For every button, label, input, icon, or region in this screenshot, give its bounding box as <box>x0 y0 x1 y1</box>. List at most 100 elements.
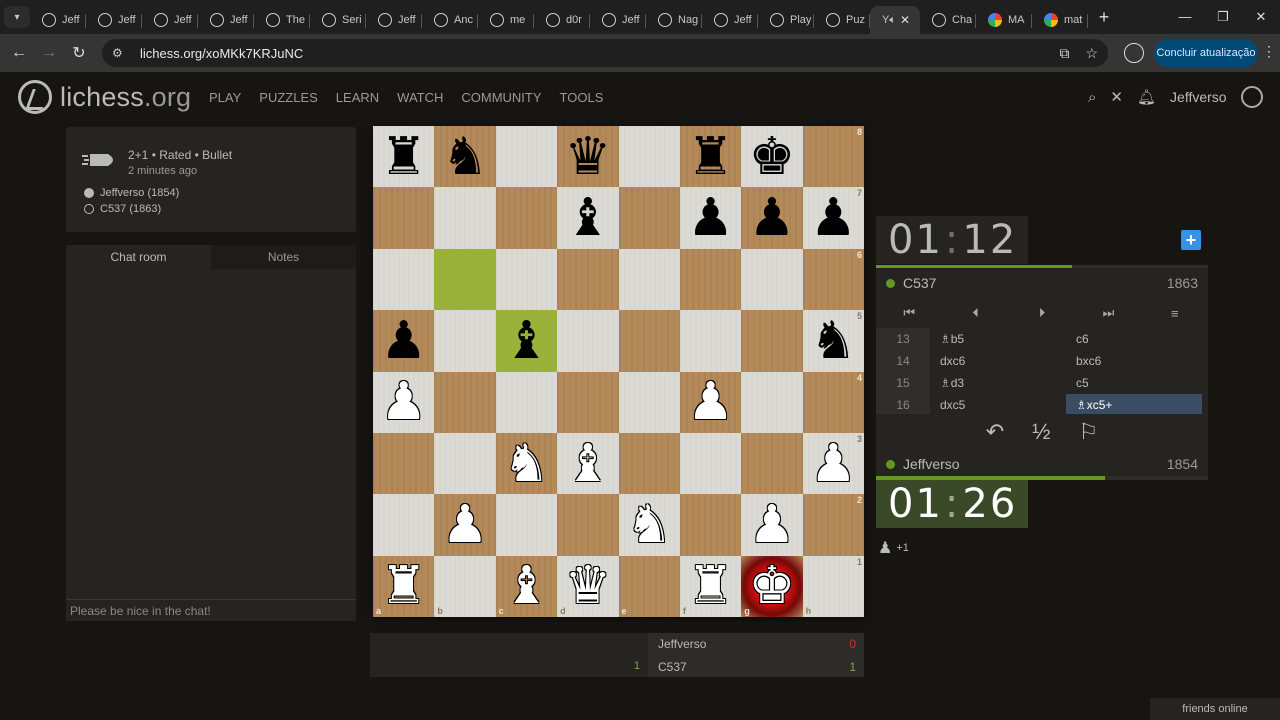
square-g1[interactable]: ♚ g <box>741 555 803 617</box>
black-king-icon[interactable]: ♚ <box>749 131 796 183</box>
square-b6[interactable] <box>434 248 496 311</box>
square-b8[interactable]: ♞ <box>434 126 496 188</box>
chat-input[interactable]: Please be nice in the chat! <box>66 599 356 621</box>
browser-tab[interactable]: mat <box>1032 6 1088 34</box>
square-d2[interactable] <box>557 494 619 556</box>
bookmark-star-icon[interactable]: ☆ <box>1085 45 1098 62</box>
square-f6[interactable] <box>679 248 742 311</box>
square-a6[interactable] <box>373 248 435 311</box>
square-e2[interactable]: ♞ <box>618 494 680 556</box>
square-b4[interactable] <box>434 371 496 433</box>
white-move[interactable]: ♗d3 <box>930 372 1066 394</box>
resign-flag-icon[interactable]: ⚐ <box>1079 419 1099 445</box>
close-window-icon[interactable]: ✕ <box>1242 9 1280 25</box>
square-e5[interactable] <box>618 310 680 372</box>
browser-menu-icon[interactable]: ⋮ <box>1262 43 1276 60</box>
square-f7[interactable]: ♟ <box>679 187 742 249</box>
browser-tab[interactable]: The <box>254 6 310 34</box>
square-d6[interactable] <box>557 248 619 311</box>
minimize-icon[interactable]: — <box>1166 9 1204 25</box>
square-a1[interactable]: ♜ a <box>373 555 435 617</box>
square-a2[interactable] <box>373 494 435 556</box>
user-menu[interactable]: Jeffverso <box>1170 89 1227 105</box>
square-e4[interactable] <box>618 371 680 433</box>
browser-tab[interactable]: me <box>478 6 534 34</box>
square-h8[interactable]: 8 <box>802 126 864 188</box>
black-queen-icon[interactable]: ♛ <box>565 131 612 183</box>
square-e6[interactable] <box>618 248 680 311</box>
square-c7[interactable] <box>495 187 558 249</box>
square-c2[interactable] <box>495 494 558 556</box>
browser-tab[interactable]: d0r <box>534 6 590 34</box>
user-avatar-icon[interactable] <box>1240 86 1263 108</box>
address-bar[interactable]: ⚙ lichess.org/xoMKk7KRJuNC ⧉ ☆ <box>102 39 1108 67</box>
opponent-player-row[interactable]: C537 1863 <box>876 268 1208 298</box>
square-f1[interactable]: ♜ f <box>679 555 742 617</box>
square-c1[interactable]: ♝ c <box>495 555 558 617</box>
square-h3[interactable]: ♟ 3 <box>802 432 864 495</box>
next-move-icon[interactable]: ⏵ <box>1009 305 1075 321</box>
nav-play[interactable]: PLAY <box>209 90 241 105</box>
update-button[interactable]: Concluir atualização <box>1154 39 1258 67</box>
menu-icon[interactable]: ≡ <box>1142 306 1208 321</box>
search-icon[interactable]: ⌕ <box>1088 89 1096 106</box>
square-f5[interactable] <box>679 310 742 372</box>
white-pawn-icon[interactable]: ♟ <box>810 438 857 490</box>
square-e3[interactable] <box>618 432 680 495</box>
black-player-link[interactable]: C537 (1863) <box>84 203 161 215</box>
square-f8[interactable]: ♜ <box>679 126 742 188</box>
square-d4[interactable] <box>557 371 619 433</box>
swords-icon[interactable]: ✕ <box>1110 88 1123 106</box>
black-knight-icon[interactable]: ♞ <box>442 131 489 183</box>
prev-move-icon[interactable]: ⏴ <box>942 305 1008 321</box>
black-pawn-icon[interactable]: ♟ <box>749 192 796 244</box>
square-e8[interactable] <box>618 126 680 188</box>
square-d1[interactable]: ♛ d <box>557 555 619 617</box>
square-d7[interactable]: ♝ <box>557 187 619 249</box>
tab-chat-room[interactable]: Chat room <box>66 245 211 269</box>
white-move[interactable]: dxc5 <box>930 394 1066 416</box>
browser-tab[interactable]: Jeff <box>198 6 254 34</box>
black-move[interactable]: ♗xc5+ <box>1066 394 1202 416</box>
black-pawn-icon[interactable]: ♟ <box>810 192 857 244</box>
square-e7[interactable] <box>618 187 680 249</box>
black-move[interactable]: c6 <box>1066 328 1202 350</box>
browser-tab[interactable]: Jeff <box>702 6 758 34</box>
square-c4[interactable] <box>495 371 558 433</box>
new-tab-button[interactable]: + <box>1092 7 1116 28</box>
square-g4[interactable] <box>741 371 803 433</box>
browser-tab[interactable]: Jeff <box>366 6 422 34</box>
black-bishop-icon[interactable]: ♝ <box>503 315 550 367</box>
white-rook-icon[interactable]: ♜ <box>380 560 427 612</box>
browser-tab[interactable]: Jeff <box>142 6 198 34</box>
square-d8[interactable]: ♛ <box>557 126 619 188</box>
nav-puzzles[interactable]: PUZZLES <box>259 90 318 105</box>
black-move[interactable]: c5 <box>1066 372 1202 394</box>
browser-tab[interactable]: Jeff <box>30 6 86 34</box>
square-h1[interactable]: 1h <box>802 555 864 617</box>
white-pawn-icon[interactable]: ♟ <box>687 376 734 428</box>
reload-icon[interactable]: ↻ <box>64 43 94 63</box>
site-info-icon[interactable]: ⚙ <box>112 46 128 60</box>
tab-notes[interactable]: Notes <box>211 245 356 269</box>
audio-playing-icon[interactable]: 🔈︎ <box>889 14 896 27</box>
square-h7[interactable]: ♟ 7 <box>802 187 864 249</box>
square-a5[interactable]: ♟ <box>373 310 435 372</box>
square-b1[interactable]: b <box>434 555 496 617</box>
square-c5[interactable]: ♝ <box>495 310 558 372</box>
black-knight-icon[interactable]: ♞ <box>810 315 857 367</box>
profile-icon[interactable] <box>1124 43 1144 63</box>
browser-tab[interactable]: MA <box>976 6 1032 34</box>
browser-tab[interactable]: Nag <box>646 6 702 34</box>
close-tab-icon[interactable]: ✕ <box>900 13 910 27</box>
square-a4[interactable]: ♟ <box>373 371 435 433</box>
white-bishop-icon[interactable]: ♝ <box>565 438 612 490</box>
black-pawn-icon[interactable]: ♟ <box>380 315 427 367</box>
first-move-icon[interactable]: ⏮ <box>876 305 942 321</box>
square-c3[interactable]: ♞ <box>495 432 558 495</box>
tab-search-button[interactable]: ▾ <box>4 6 30 28</box>
lichess-logo[interactable]: lichess.org <box>18 80 191 114</box>
square-g2[interactable]: ♟ <box>741 494 803 556</box>
square-f4[interactable]: ♟ <box>679 371 742 433</box>
white-pawn-icon[interactable]: ♟ <box>749 499 796 551</box>
